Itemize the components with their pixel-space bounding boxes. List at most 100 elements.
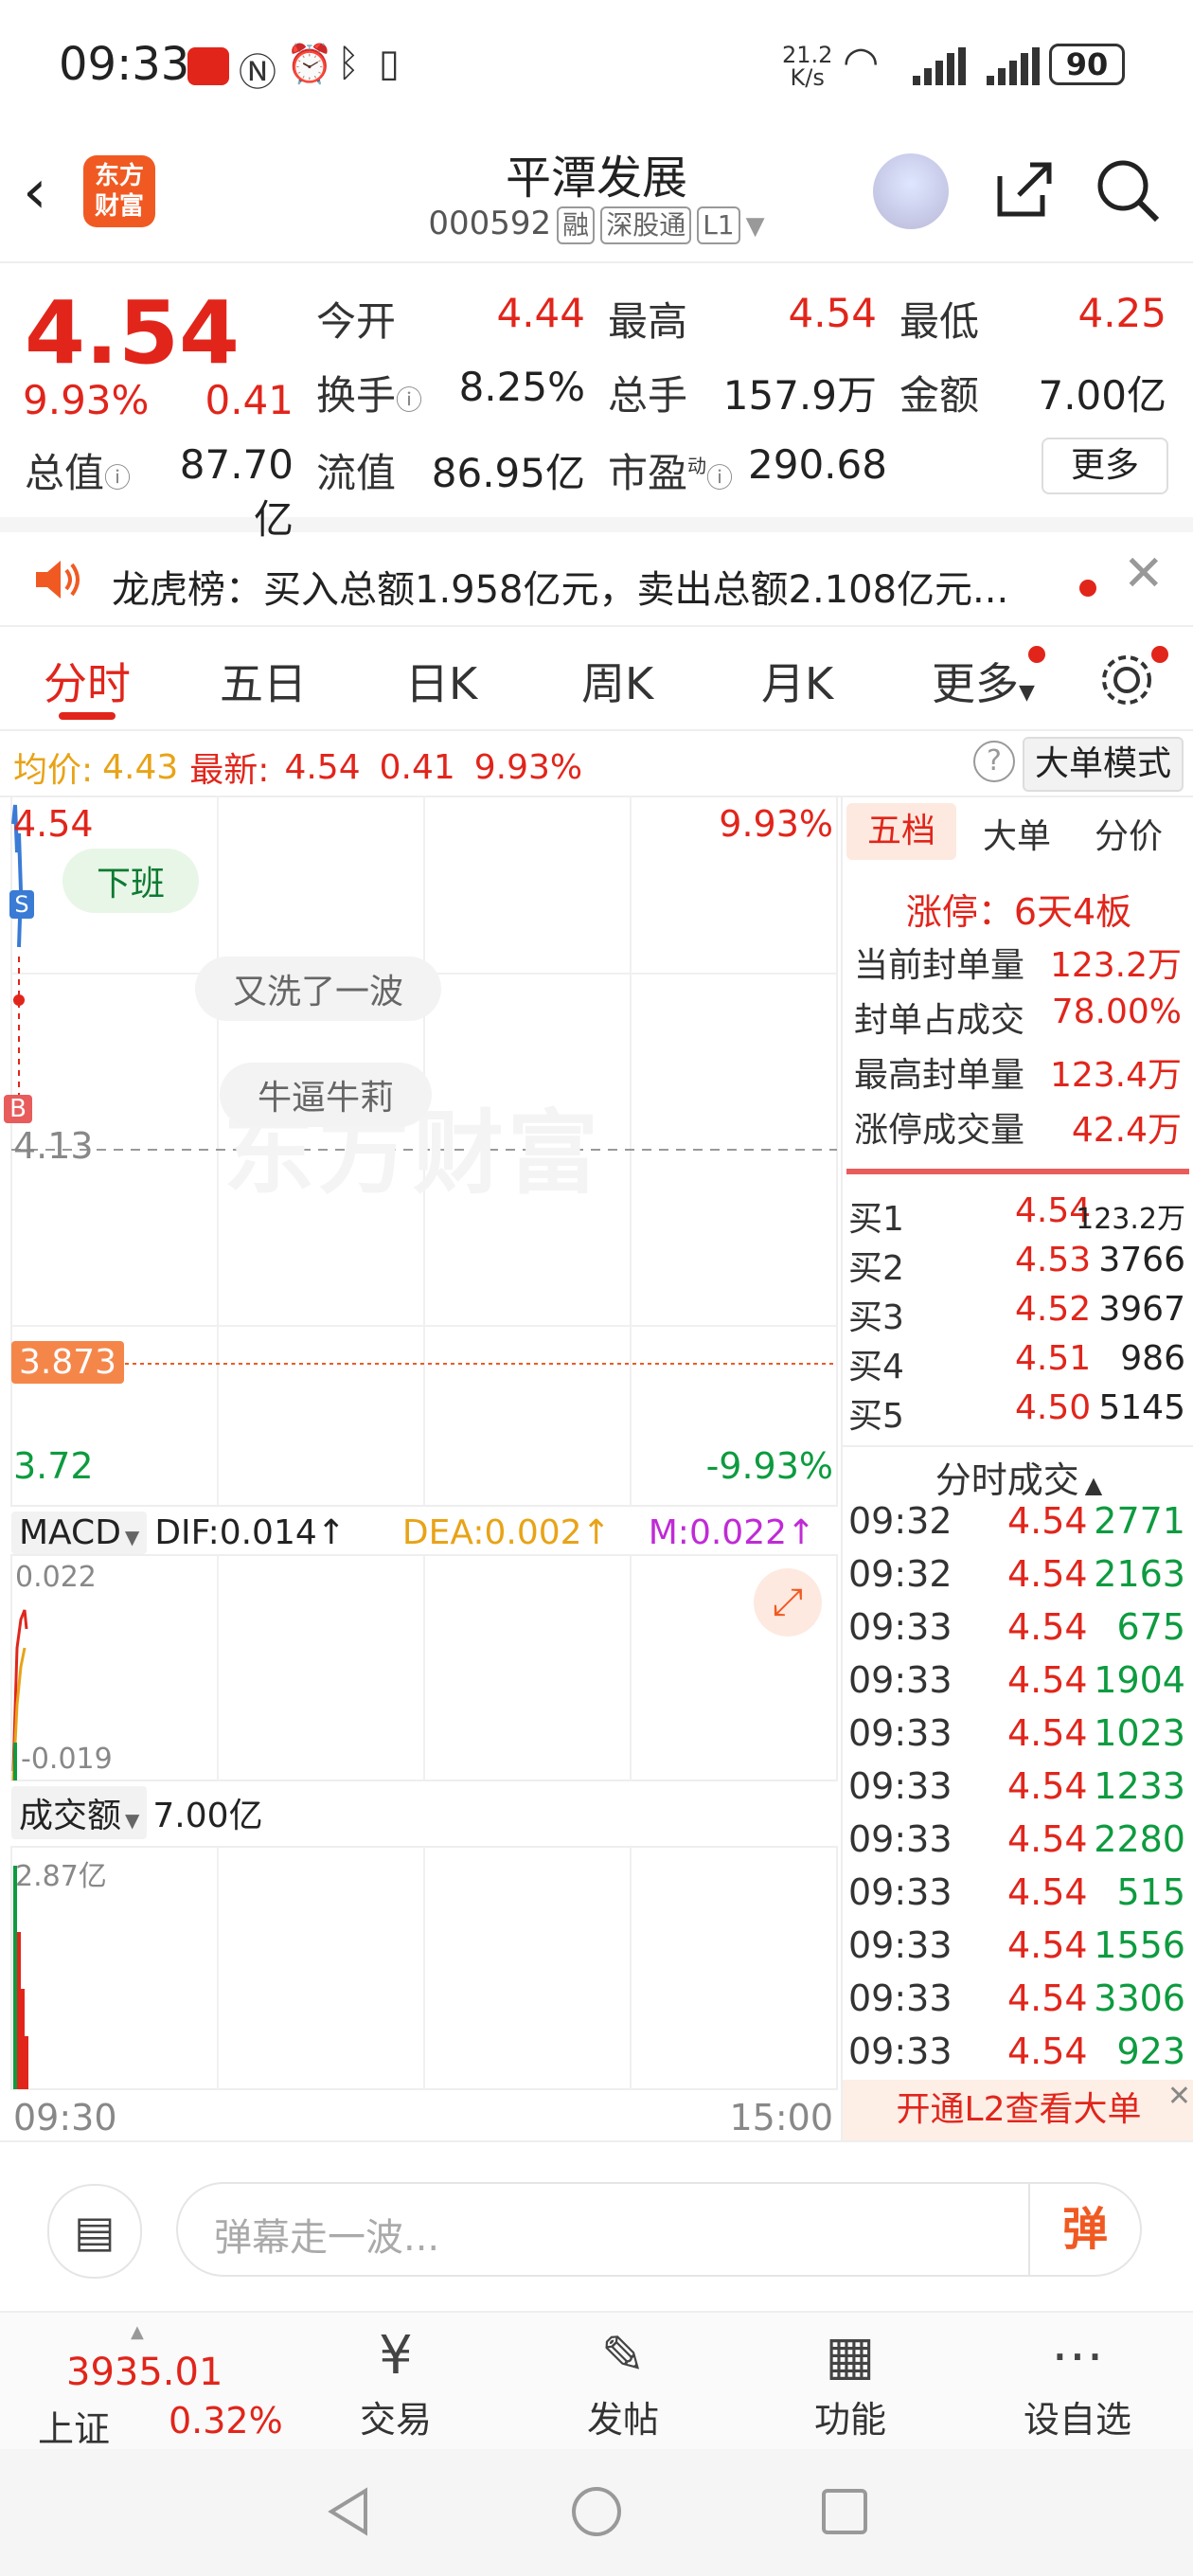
s-marker[interactable]: S [9, 890, 34, 919]
close-icon[interactable]: ✕ [1167, 2080, 1191, 2113]
high-value: 4.54 [788, 290, 877, 336]
info-icon[interactable]: ⓘ [396, 385, 422, 416]
search-icon[interactable] [1095, 157, 1161, 224]
tick-price: 4.54 [1007, 2030, 1088, 2072]
float-label: 流值 [316, 450, 397, 496]
network-speed: 21.2 K/s [782, 44, 832, 89]
stat-label: 封单占成交 [854, 1001, 1025, 1040]
macd-m: M:0.022↑ [648, 1512, 816, 1552]
tick-volume: 1556 [1094, 1924, 1185, 1966]
bid-row: 买2 4.53 3766 [848, 1241, 1185, 1290]
price-info-row: 均价: 4.43 最新: 4.54 0.41 9.93% [13, 742, 582, 792]
latest-value: 4.54 [284, 747, 361, 787]
unread-dot-icon [1079, 580, 1096, 597]
limit-up-streak: 涨停：6天4板 [905, 891, 1132, 933]
nav-trade[interactable]: ¥ 交易 [320, 2322, 472, 2442]
tick-volume: 1233 [1094, 1765, 1185, 1807]
ticks-title[interactable]: 分时成交 ▲ [843, 1445, 1193, 1503]
stat-value: 123.4万 [1049, 1056, 1182, 1095]
price-axis-top: 4.54 [13, 803, 94, 845]
latest-label: 最新: [189, 751, 270, 790]
share-icon[interactable] [990, 157, 1057, 224]
volume-bar-2 [17, 1932, 21, 2089]
macd-dea: DEA:0.002↑ [401, 1512, 611, 1552]
danmaku-bar: ▤ 弹幕走一波... 弹 [0, 2140, 1193, 2313]
danmaku-send-icon: 弹 [1061, 2203, 1108, 2256]
macd-axis-top: 0.022 [15, 1561, 97, 1594]
volume-bar-3 [21, 1989, 25, 2089]
tick-time: 09:33 [848, 1712, 953, 1754]
nav-functions-label: 功能 [813, 2399, 886, 2441]
nav-add-watchlist[interactable]: ⋯ 设自选 [1002, 2322, 1153, 2442]
stock-header: ‹ 东方 财富 平潭发展 000592 融深股通 L1 ▼ [0, 133, 1193, 263]
tab-monthly-k[interactable]: 月K [761, 650, 833, 712]
bid-ask-divider [846, 1169, 1189, 1174]
nav-post[interactable]: ✎ 发帖 [547, 2322, 699, 2442]
bid-label: 买4 [848, 1348, 904, 1386]
volume-selector[interactable]: 成交额 ▼ [11, 1786, 148, 1839]
speaker-icon [32, 559, 81, 600]
bid-label: 买5 [848, 1397, 904, 1436]
panel-tab-five-level[interactable]: 五档 [846, 803, 956, 860]
home-circle-icon[interactable] [568, 2483, 625, 2540]
close-icon[interactable]: ✕ [1123, 546, 1165, 602]
assistant-avatar-icon[interactable] [873, 153, 949, 229]
tab-five-day[interactable]: 五日 [220, 650, 307, 712]
index-widget[interactable]: ▲ 3935.01 上证 0.32% [28, 2322, 294, 2450]
time-axis-end: 15:00 [729, 2097, 833, 2138]
tag-margin: 融 [557, 206, 596, 244]
status-bar: 09:33 Ⓝ ⏰ ᛒ ▯ 21.2 K/s ◠ 90 [0, 0, 1193, 133]
danmaku-input[interactable]: 弹幕走一波... 弹 [176, 2182, 1142, 2277]
send-danmaku-button[interactable]: 弹 [1028, 2184, 1140, 2275]
price-info-line: 均价: 4.43 最新: 4.54 0.41 9.93% ? 大单模式 [0, 731, 1193, 797]
macd-selector[interactable]: MACD ▼ [11, 1511, 148, 1554]
danmaku-settings-icon[interactable]: ▤ [47, 2184, 142, 2279]
danmaku-bubble: 下班 [62, 849, 200, 913]
help-icon[interactable]: ? [973, 741, 1015, 782]
trade-yen-icon: ¥ [379, 2325, 413, 2387]
huawei-app-icon [187, 47, 229, 85]
pct-axis-top: 9.93% [719, 803, 833, 845]
stat-value: 123.2万 [1049, 946, 1182, 985]
pe-superscript: 动 [687, 455, 707, 477]
bid-volume: 3967 [1098, 1290, 1185, 1329]
tag-connect: 深股通 [600, 206, 692, 244]
turnover-value: 8.25% [458, 364, 585, 410]
recents-square-icon[interactable] [816, 2483, 873, 2540]
tab-more[interactable]: 更多▼ [932, 650, 1035, 712]
tab-active-indicator [59, 712, 116, 720]
settings-gear-icon[interactable] [1098, 652, 1155, 708]
info-icon[interactable]: ⓘ [706, 462, 733, 493]
nav-functions[interactable]: ▦ 功能 [775, 2322, 926, 2442]
back-triangle-icon[interactable] [320, 2483, 377, 2540]
danmaku-placeholder: 弹幕走一波... [214, 2216, 440, 2260]
notice-bar[interactable]: 龙虎榜：买入总额1.958亿元，卖出总额2.108亿元... ✕ [0, 532, 1193, 627]
info-icon[interactable]: ⓘ [104, 462, 131, 493]
panel-tab-price-dist[interactable]: 分价 [1095, 809, 1163, 858]
volume-axis-top: 2.87亿 [15, 1860, 107, 1893]
mktcap-label-text: 总值 [25, 450, 105, 496]
panel-tab-big-order[interactable]: 大单 [983, 809, 1051, 858]
stat-label: 涨停成交量 [854, 1111, 1025, 1150]
low-value: 4.25 [1077, 290, 1166, 336]
time-axis-start: 09:30 [13, 2097, 117, 2138]
l2-banner[interactable]: 开通L2查看大单 ✕ [843, 2080, 1193, 2140]
tab-weekly-k[interactable]: 周K [581, 650, 653, 712]
bid-row: 买5 4.50 5145 [848, 1388, 1185, 1438]
big-order-mode-button[interactable]: 大单模式 [1023, 737, 1184, 792]
b-marker[interactable]: B [4, 1095, 32, 1123]
volume-bar-1 [13, 1866, 17, 2089]
high-label: 最高 [608, 298, 688, 345]
bid-volume: 123.2万 [1076, 1203, 1185, 1236]
bid-price: 4.51 [1015, 1339, 1092, 1378]
tab-intraday[interactable]: 分时 [44, 650, 131, 712]
tick-price: 4.54 [1007, 1659, 1088, 1701]
chevron-up-icon: ▲ [1084, 1472, 1103, 1498]
intraday-chart[interactable]: 东方财富 4.54 9.93% 4.13 3.72 -9.93% 3.873 S… [0, 796, 839, 2140]
macd-selector-label: MACD [19, 1512, 121, 1552]
tick-volume: 2163 [1094, 1553, 1185, 1595]
expand-icon[interactable]: ⤢ [754, 1568, 822, 1637]
nav-add-watchlist-label: 设自选 [1023, 2399, 1131, 2441]
more-button[interactable]: 更多 [1042, 438, 1168, 494]
tab-daily-k[interactable]: 日K [405, 650, 477, 712]
